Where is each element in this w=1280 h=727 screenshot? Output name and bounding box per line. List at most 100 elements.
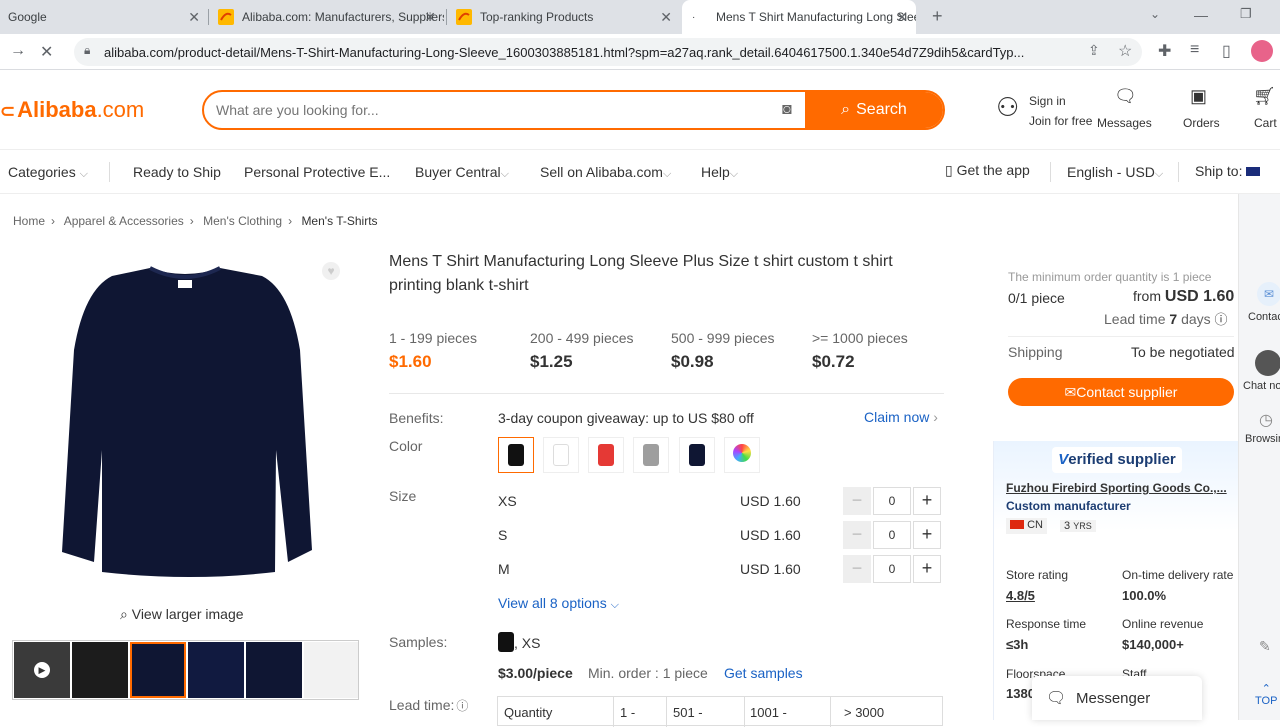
- sign-in-link[interactable]: Sign in: [1029, 94, 1066, 108]
- messages-icon[interactable]: 🗨︎: [1114, 86, 1137, 107]
- breadcrumb-mens-tshirts[interactable]: Men's T-Shirts: [301, 214, 377, 228]
- shipping-label: Shipping: [1008, 344, 1063, 360]
- color-swatch-white[interactable]: [543, 437, 579, 473]
- close-icon[interactable]: ✕: [660, 9, 672, 26]
- search-input[interactable]: [216, 100, 766, 120]
- camera-icon[interactable]: ◙: [782, 101, 792, 119]
- reading-list-icon[interactable]: ≡: [1190, 41, 1199, 59]
- chevron-down-icon: ⌵: [79, 168, 88, 180]
- close-icon[interactable]: ✕: [188, 9, 200, 26]
- tab-product[interactable]: · Mens T Shirt Manufacturing Long Sleeve…: [682, 0, 916, 34]
- share-icon[interactable]: ⇪: [1088, 42, 1100, 59]
- side-history[interactable]: Browsing History: [1245, 432, 1280, 446]
- breadcrumb-apparel[interactable]: Apparel & Accessories: [64, 214, 184, 228]
- tab-google[interactable]: Google ✕: [8, 0, 208, 34]
- tab-top-ranking[interactable]: Top-ranking Products ✕: [456, 0, 680, 34]
- decrement-button[interactable]: −: [843, 555, 871, 583]
- color-wheel-icon: [733, 444, 751, 462]
- nav-sell[interactable]: Sell on Alibaba.com⌵: [540, 164, 671, 181]
- claim-now-link[interactable]: Claim now ›: [864, 409, 938, 425]
- nav-language[interactable]: English - USD⌵: [1067, 164, 1163, 181]
- increment-button[interactable]: +: [913, 521, 941, 549]
- color-label: Color: [389, 438, 423, 454]
- thumbnail-1[interactable]: [72, 642, 128, 698]
- get-samples-link[interactable]: Get samples: [724, 665, 803, 681]
- breadcrumb-mens-clothing[interactable]: Men's Clothing: [203, 214, 282, 228]
- view-larger-link[interactable]: ⌕ View larger image: [120, 606, 244, 623]
- color-swatch-custom[interactable]: [724, 437, 760, 473]
- supplier-name-link[interactable]: Fuzhou Firebird Sporting Goods Co.,...: [1006, 481, 1234, 495]
- color-swatch-navy[interactable]: [679, 437, 715, 473]
- store-rating-value[interactable]: 4.8/5: [1006, 588, 1035, 603]
- new-tab-icon[interactable]: +: [932, 6, 943, 27]
- view-all-options-link[interactable]: View all 8 options ⌵: [498, 595, 619, 612]
- cart-icon[interactable]: 🛒︎: [1253, 86, 1276, 107]
- user-icon[interactable]: ⚇: [996, 92, 1019, 123]
- minimize-icon[interactable]: —: [1194, 7, 1208, 23]
- thumbnail-4[interactable]: [246, 642, 302, 698]
- messages-link[interactable]: Messages: [1097, 116, 1152, 130]
- url-text[interactable]: alibaba.com/product-detail/Mens-T-Shirt-…: [104, 45, 1104, 60]
- extensions-icon[interactable]: ✚: [1158, 41, 1171, 61]
- ontime-value: 100.0%: [1122, 588, 1167, 603]
- favorite-heart-icon[interactable]: ♥: [322, 262, 340, 280]
- color-swatch-black[interactable]: [498, 437, 534, 473]
- chat-avatar-icon[interactable]: [1255, 350, 1280, 376]
- nav-get-app[interactable]: ▯ Get the app: [945, 162, 1030, 179]
- quantity-input[interactable]: 0: [873, 521, 911, 549]
- quantity-input[interactable]: 0: [873, 487, 911, 515]
- feedback-icon[interactable]: ✎: [1259, 638, 1271, 655]
- thumbnail-2-selected[interactable]: [130, 642, 186, 698]
- quantity-input[interactable]: 0: [873, 555, 911, 583]
- thumbnail-video[interactable]: ▶: [14, 642, 70, 698]
- forward-icon[interactable]: →: [10, 42, 26, 60]
- messenger-widget[interactable]: 🗨︎ Messenger: [1032, 676, 1202, 720]
- orders-link[interactable]: Orders: [1183, 116, 1220, 130]
- chevron-right-icon: ›: [933, 409, 938, 425]
- restore-icon[interactable]: ❐: [1240, 6, 1252, 22]
- breadcrumb-home[interactable]: Home: [13, 214, 45, 228]
- tab-alibaba[interactable]: Alibaba.com: Manufacturers, Suppliers ✕: [218, 0, 444, 34]
- nav-ppe[interactable]: Personal Protective E...: [244, 164, 390, 180]
- bookmark-star-icon[interactable]: ☆: [1118, 41, 1132, 61]
- stop-icon[interactable]: ✕: [40, 42, 53, 62]
- contact-mail-icon[interactable]: ✉: [1257, 282, 1280, 306]
- benefits-label: Benefits:: [389, 410, 444, 426]
- thumbnail-3[interactable]: [188, 642, 244, 698]
- nav-ready-to-ship[interactable]: Ready to Ship: [133, 164, 221, 180]
- close-icon[interactable]: ✕: [896, 9, 908, 26]
- decrement-button[interactable]: −: [843, 487, 871, 515]
- join-link[interactable]: Join for free: [1029, 114, 1092, 128]
- cart-link[interactable]: Cart: [1254, 116, 1277, 130]
- nav-ship-to[interactable]: Ship to:: [1195, 163, 1261, 179]
- nav-help[interactable]: Help⌵: [701, 164, 738, 181]
- side-panel-icon[interactable]: ▯: [1222, 41, 1231, 61]
- chevron-down-icon: ⌵: [662, 168, 672, 180]
- orders-icon[interactable]: ▣: [1190, 86, 1207, 107]
- decrement-button[interactable]: −: [843, 521, 871, 549]
- australia-flag-icon: [1246, 167, 1261, 176]
- nav-buyer-central[interactable]: Buyer Central⌵: [415, 164, 509, 181]
- color-swatch-grey[interactable]: [633, 437, 669, 473]
- back-to-top[interactable]: ⌃ TOP: [1255, 682, 1277, 707]
- chevron-down-icon[interactable]: ⌄: [1150, 7, 1160, 21]
- history-clock-icon[interactable]: ◷: [1259, 410, 1273, 430]
- search-button[interactable]: ⌕ Search: [805, 92, 943, 128]
- increment-button[interactable]: +: [913, 555, 941, 583]
- main-product-image[interactable]: [40, 250, 340, 590]
- side-contact[interactable]: Contact supplier: [1248, 310, 1280, 324]
- lead-time-label: Lead time: ⓘ: [389, 697, 469, 713]
- nav-categories[interactable]: Categories ⌵: [8, 164, 88, 181]
- price-tier: >= 1000 pieces $0.72: [812, 330, 908, 371]
- increment-button[interactable]: +: [913, 487, 941, 515]
- thumbnail-5[interactable]: [304, 642, 360, 698]
- swatch-fill: [643, 444, 659, 466]
- close-icon[interactable]: ✕: [424, 9, 436, 26]
- contact-supplier-button[interactable]: ✉Contact supplier: [1008, 378, 1234, 406]
- omnibox[interactable]: 🔒︎ alibaba.com/product-detail/Mens-T-Shi…: [74, 38, 1142, 66]
- alibaba-logo[interactable]: ⊂Alibaba.com: [0, 97, 144, 123]
- color-swatch-red[interactable]: [588, 437, 624, 473]
- profile-avatar[interactable]: [1251, 40, 1273, 62]
- side-chat[interactable]: Chat now: [1243, 380, 1280, 392]
- main-nav: Categories ⌵ Ready to Ship Personal Prot…: [0, 150, 1280, 194]
